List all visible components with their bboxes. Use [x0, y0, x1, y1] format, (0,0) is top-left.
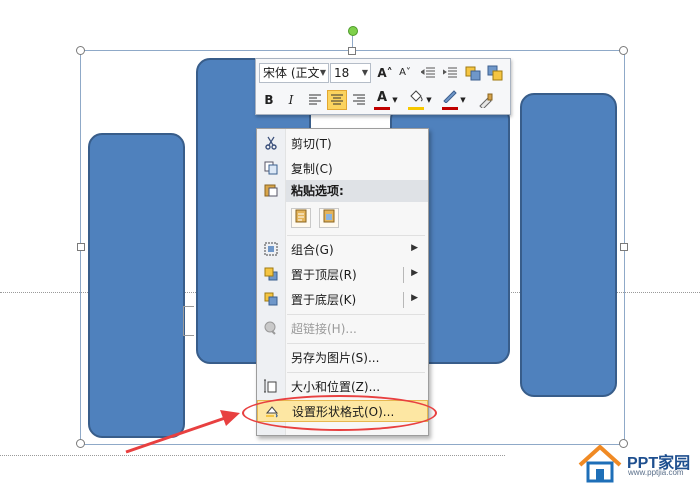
bold-button[interactable]: B — [259, 90, 279, 110]
watermark-url: www.pptjia.com — [628, 468, 684, 477]
scissors-icon — [263, 136, 279, 152]
font-color-dropdown[interactable]: ▼ — [390, 90, 400, 110]
hyperlink-icon — [263, 321, 279, 337]
shrink-font-button[interactable]: A˅ — [395, 63, 415, 83]
font-name-value: 宋体 (正文 — [263, 66, 320, 80]
format-painter-button[interactable] — [476, 90, 496, 110]
resize-handle-top[interactable] — [348, 47, 356, 55]
group-icon — [263, 242, 279, 258]
align-left-button[interactable] — [305, 90, 325, 110]
resize-handle-top-right[interactable] — [619, 46, 628, 55]
align-center-icon — [331, 94, 343, 105]
fill-color-button[interactable] — [406, 88, 426, 108]
picture-icon — [323, 209, 335, 223]
resize-handle-right[interactable] — [620, 243, 628, 251]
resize-handle-bottom-left[interactable] — [76, 439, 85, 448]
menu-separator — [287, 343, 425, 344]
menu-item-label: 剪切(T) — [291, 137, 332, 151]
submenu-arrow-icon: ▶ — [411, 243, 418, 253]
increase-indent-icon — [442, 67, 457, 78]
align-right-button[interactable] — [349, 90, 369, 110]
fill-color-dropdown[interactable]: ▼ — [424, 90, 434, 110]
grow-font-button[interactable]: A˄ — [375, 63, 395, 83]
rotation-handle[interactable] — [348, 26, 358, 36]
menu-item-bring-to-front[interactable]: 置于顶层(R) ▶ — [257, 264, 428, 286]
context-menu: 剪切(T) 复制(C) 粘贴选项: 组合(G) ▶ 置于顶层(R) ▶ 置于底层… — [256, 128, 429, 436]
shape-fill-icon — [465, 66, 481, 81]
arrange-button[interactable] — [485, 63, 505, 83]
resize-handle-top-left[interactable] — [76, 46, 85, 55]
font-color-swatch — [374, 107, 390, 110]
annotation-arrow — [125, 410, 240, 454]
align-left-icon — [309, 94, 321, 105]
menu-item-send-to-back[interactable]: 置于底层(K) ▶ — [257, 289, 428, 311]
menu-separator — [287, 372, 425, 373]
decrease-indent-icon — [420, 67, 435, 78]
menu-item-label: 另存为图片(S)... — [291, 351, 380, 365]
bring-to-front-icon — [263, 267, 279, 283]
format-painter-icon — [479, 93, 493, 110]
paste-as-picture-button[interactable] — [319, 208, 339, 228]
menu-separator — [287, 314, 425, 315]
paste-icon — [263, 183, 279, 199]
highlight-ellipse — [242, 395, 437, 431]
paste-options-header: 粘贴选项: — [286, 180, 428, 202]
size-position-icon — [263, 379, 279, 395]
submenu-arrow-icon[interactable]: ▶ — [411, 268, 418, 278]
menu-item-save-as-picture[interactable]: 另存为图片(S)... — [257, 347, 428, 369]
menu-item-label: 组合(G) — [291, 243, 334, 257]
menu-item-group[interactable]: 组合(G) ▶ — [257, 239, 428, 261]
italic-button[interactable]: I — [281, 90, 301, 110]
paste-keep-formatting-button[interactable] — [291, 208, 311, 228]
paste-options-icon-row — [257, 180, 285, 202]
split-separator — [403, 292, 404, 308]
menu-item-label: 大小和位置(Z)... — [291, 380, 381, 394]
paint-bucket-icon — [410, 90, 423, 102]
decrease-indent-button[interactable] — [418, 63, 438, 83]
resize-handle-left[interactable] — [77, 243, 85, 251]
split-separator — [403, 267, 404, 283]
copy-icon — [263, 161, 279, 177]
fill-color-swatch — [408, 107, 424, 110]
pen-icon — [443, 90, 457, 104]
menu-item-label: 置于顶层(R) — [291, 268, 357, 282]
increase-indent-button[interactable] — [440, 63, 460, 83]
font-size-combo[interactable]: 18 ▼ — [330, 63, 371, 83]
shape-fill-button[interactable] — [463, 63, 483, 83]
paste-icon — [295, 209, 307, 223]
font-color-button[interactable]: A — [372, 88, 392, 108]
align-right-icon — [353, 94, 365, 105]
menu-item-label: 超链接(H)... — [291, 322, 357, 336]
font-size-value: 18 — [334, 66, 350, 80]
menu-item-hyperlink: 超链接(H)... — [257, 318, 428, 340]
align-center-button[interactable] — [327, 90, 347, 110]
menu-separator — [287, 235, 425, 236]
outline-color-button[interactable] — [440, 88, 460, 108]
submenu-arrow-icon[interactable]: ▶ — [411, 293, 418, 303]
chevron-down-icon: ▼ — [319, 68, 326, 77]
chevron-down-icon: ▼ — [361, 68, 368, 77]
send-to-back-icon — [263, 292, 279, 308]
outline-color-swatch — [442, 107, 458, 110]
menu-item-label: 置于底层(K) — [291, 293, 357, 307]
menu-item-copy[interactable]: 复制(C) — [257, 158, 428, 180]
mini-toolbar: 宋体 (正文 ▼ 18 ▼ A˄ A˅ B I A ▼ ▼ ▼ — [255, 58, 511, 115]
arrange-icon — [487, 65, 503, 81]
font-name-combo[interactable]: 宋体 (正文 ▼ — [259, 63, 329, 83]
menu-item-label: 复制(C) — [291, 162, 333, 176]
menu-item-cut[interactable]: 剪切(T) — [257, 133, 428, 155]
outline-color-dropdown[interactable]: ▼ — [458, 90, 468, 110]
house-logo-icon — [578, 445, 622, 483]
menu-item-label: 粘贴选项: — [291, 184, 344, 198]
